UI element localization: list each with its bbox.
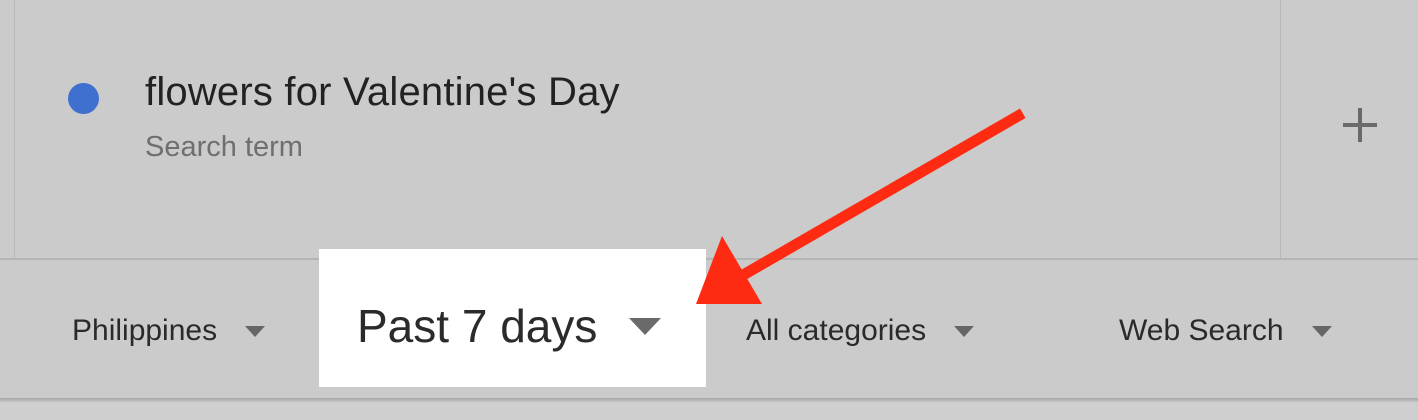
time-range-filter-label: Past 7 days [357,300,598,352]
chevron-down-icon [629,317,662,335]
country-filter-dropdown[interactable]: Philippines [72,311,266,351]
card-divider [1280,0,1281,258]
chevron-down-icon [245,325,266,337]
search-term-card[interactable]: flowers for Valentine's Day Search term [0,0,1418,258]
chevron-down-icon [954,325,975,337]
country-filter-label: Philippines [72,314,218,347]
page-background [0,402,1418,420]
trends-explore-panel: flowers for Valentine's Day Search term … [0,0,1418,420]
search-term-type: Search term [145,131,303,163]
card-left-border [14,0,15,258]
category-filter-label: All categories [746,314,927,347]
term-color-dot [68,83,99,114]
time-range-filter-dropdown[interactable]: Past 7 days [357,298,662,354]
plus-icon [1343,108,1377,142]
search-term-title[interactable]: flowers for Valentine's Day [145,70,620,115]
category-filter-dropdown[interactable]: All categories [746,311,975,351]
search-property-filter-dropdown[interactable]: Web Search [1119,311,1332,351]
search-property-filter-label: Web Search [1119,314,1284,347]
chevron-down-icon [1311,325,1332,337]
add-comparison-button[interactable] [1320,90,1400,160]
